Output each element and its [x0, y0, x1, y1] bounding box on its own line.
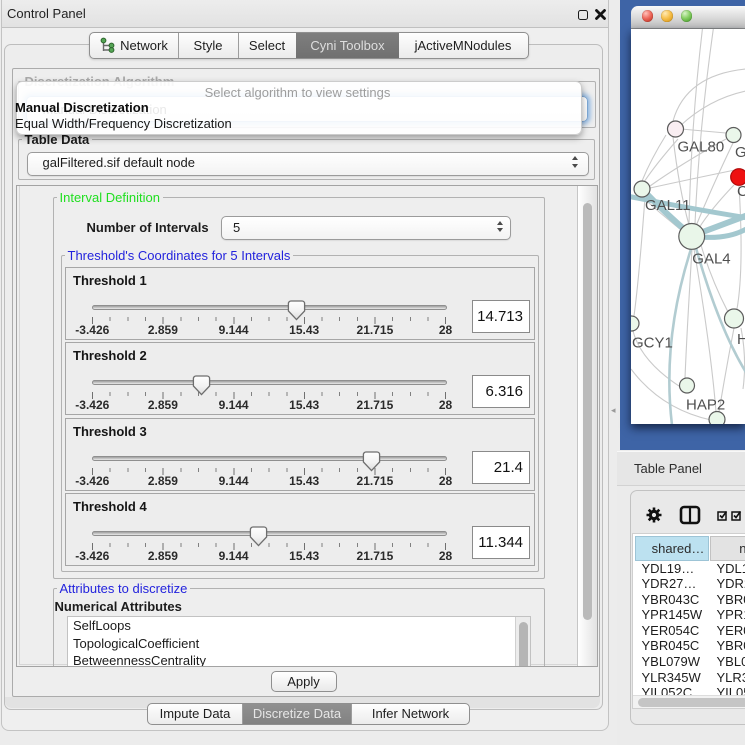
svg-text:GAL4: GAL4 [692, 250, 730, 267]
svg-text:GAL80: GAL80 [677, 138, 724, 155]
svg-text:GAL: GAL [735, 144, 745, 161]
svg-text:CD: CD [737, 183, 745, 200]
svg-text:GAL11: GAL11 [645, 197, 691, 214]
svg-text:HAP2: HAP2 [686, 396, 725, 413]
svg-text:H: H [737, 331, 745, 348]
svg-text:GCY1: GCY1 [632, 334, 673, 351]
